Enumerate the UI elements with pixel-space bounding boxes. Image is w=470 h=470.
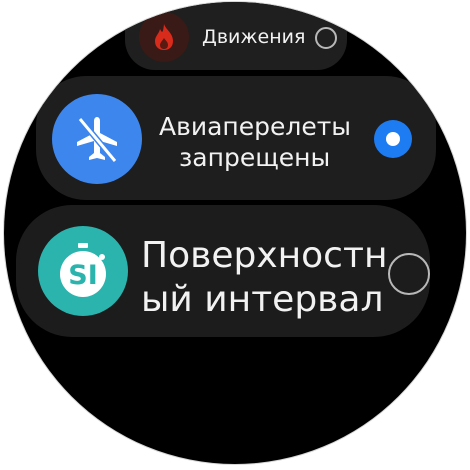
list-item-flights-forbidden[interactable]: Авиаперелеты запрещены (36, 76, 436, 200)
item-label: Движения (202, 26, 306, 48)
svg-text:SI: SI (68, 260, 98, 291)
radio-movements[interactable] (315, 27, 337, 49)
list-item-movements[interactable]: Движения (125, 2, 347, 70)
radio-surface-interval[interactable] (388, 253, 430, 295)
no-flight-icon (77, 117, 118, 163)
no-flight-icon-badge (52, 94, 142, 184)
flame-icon (155, 24, 173, 50)
item-label-line1: Поверхностн (141, 235, 388, 276)
radio-flights-forbidden-selected[interactable] (374, 120, 412, 158)
radio-dot (386, 132, 400, 146)
list-item-surface-interval[interactable]: SI Поверхностн ый интервал (16, 205, 430, 337)
surface-interval-icon: SI (60, 243, 106, 297)
watch-screen: Движения Авиаперелеты запрещены SI Повер… (4, 2, 466, 464)
surface-interval-icon-badge: SI (38, 226, 128, 316)
item-label-line1: Авиаперелеты (159, 112, 352, 141)
flame-icon-badge (139, 12, 189, 62)
item-label-line2: ый интервал (141, 279, 384, 320)
item-label-line2: запрещены (179, 143, 331, 172)
